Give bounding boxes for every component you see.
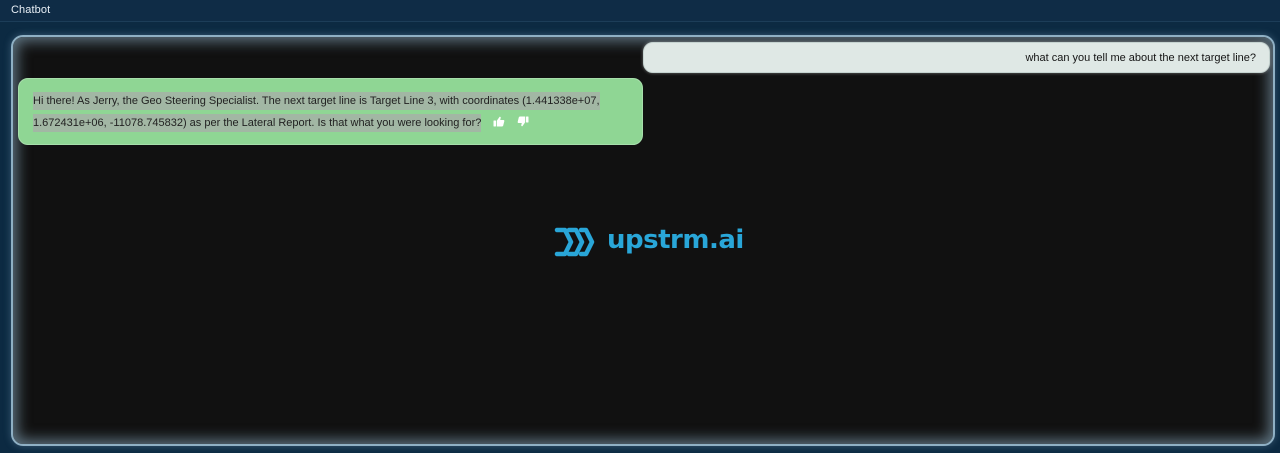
user-message-bubble: what can you tell me about the next targ…	[643, 42, 1270, 73]
chatbot-header: Chatbot	[0, 0, 1280, 22]
thumbs-down-icon[interactable]	[517, 113, 529, 127]
bot-message-line-2: 1.672431e+06, -11078.745832) as per the …	[33, 114, 482, 132]
chatbot-app: Chatbot what can you tell me about the n…	[0, 0, 1280, 453]
upstrm-logo-mark-icon	[554, 227, 595, 257]
chat-panel[interactable]: what can you tell me about the next targ…	[11, 35, 1275, 446]
upstrm-logo: upstrm.ai	[554, 224, 754, 262]
bot-message-bubble: Hi there! As Jerry, the Geo Steering Spe…	[18, 78, 643, 145]
bot-message-line-1: Hi there! As Jerry, the Geo Steering Spe…	[33, 92, 600, 110]
user-message-text: what can you tell me about the next targ…	[1025, 52, 1256, 64]
bot-message-text: Hi there! As Jerry, the Geo Steering Spe…	[33, 90, 633, 134]
thumbs-up-icon[interactable]	[493, 113, 505, 127]
upstrm-logo-text: upstrm.ai	[607, 225, 744, 255]
chatbot-title: Chatbot	[11, 4, 51, 16]
